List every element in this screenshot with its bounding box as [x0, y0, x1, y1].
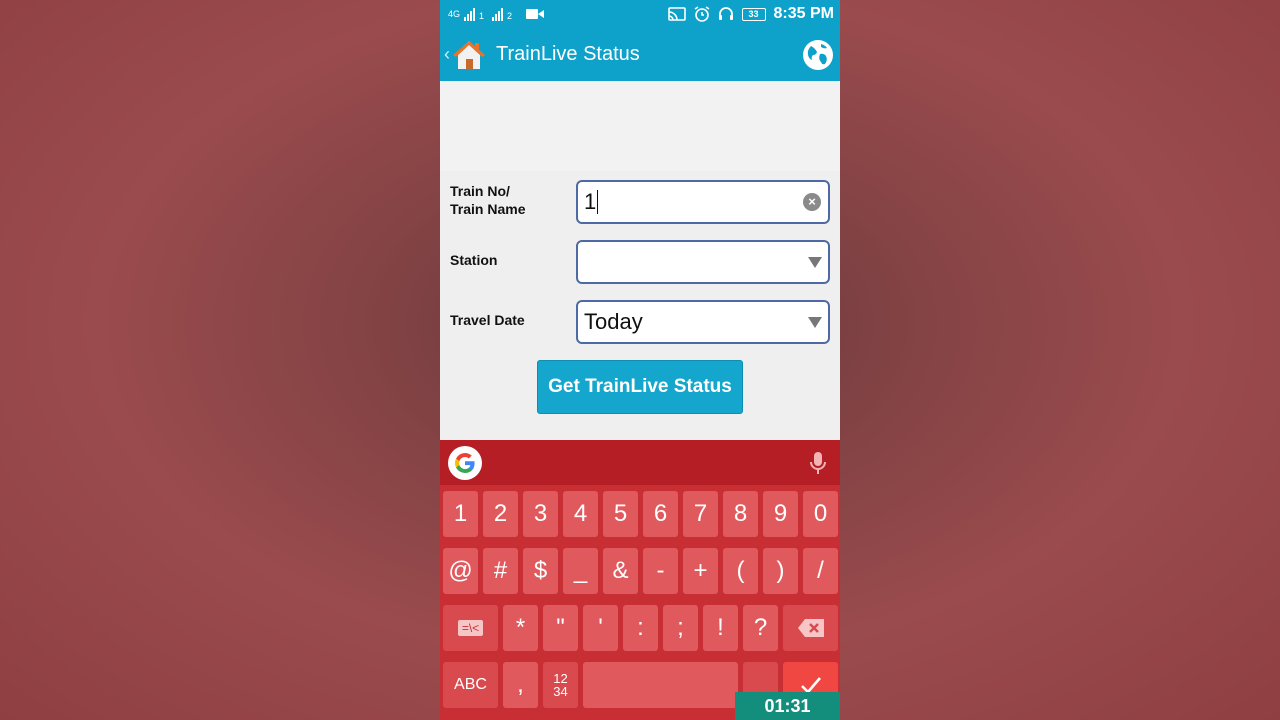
- key[interactable]: 5: [603, 491, 638, 537]
- status-time: 8:35 PM: [773, 5, 834, 22]
- abc-key[interactable]: ABC: [443, 662, 498, 708]
- train-label-line1: Train No/: [450, 183, 510, 199]
- key[interactable]: 0: [803, 491, 838, 537]
- key[interactable]: ?: [743, 605, 778, 651]
- signal-sim1-icon: [464, 7, 476, 21]
- key[interactable]: _: [563, 548, 598, 594]
- sim2-label: 2: [507, 11, 513, 21]
- headset-icon: [718, 7, 733, 20]
- key[interactable]: 9: [763, 491, 798, 537]
- numpad-key[interactable]: 12 34: [543, 662, 578, 708]
- station-select[interactable]: [576, 240, 830, 284]
- phone-screen: 4G 1 2 33 8:35 PM ‹ TrainLive Status Tra…: [440, 0, 840, 720]
- numpad-key-bottom: 34: [553, 684, 568, 699]
- key[interactable]: 1: [443, 491, 478, 537]
- symbols-key-label: =\<: [457, 620, 484, 636]
- key[interactable]: /: [803, 548, 838, 594]
- train-label-line2: Train Name: [450, 201, 526, 217]
- key[interactable]: 7: [683, 491, 718, 537]
- google-logo-icon[interactable]: [448, 445, 482, 480]
- keyboard: 1 2 3 4 5 6 7 8 9 0 @ # $ _ & - + ( ) / …: [440, 440, 840, 720]
- clear-icon[interactable]: ×: [803, 193, 821, 211]
- key[interactable]: @: [443, 548, 478, 594]
- network-type: 4G: [448, 8, 461, 19]
- key[interactable]: ": [543, 605, 578, 651]
- keyboard-suggestion-bar: [440, 440, 840, 485]
- battery-level: 33: [748, 9, 759, 19]
- dropdown-arrow-icon: [808, 257, 822, 268]
- battery-icon: 33: [741, 7, 766, 21]
- key[interactable]: 6: [643, 491, 678, 537]
- get-status-button[interactable]: Get TrainLive Status: [537, 360, 743, 414]
- cast-icon: [667, 7, 686, 21]
- app-title: TrainLive Status: [496, 43, 640, 65]
- dropdown-arrow-icon: [808, 317, 822, 328]
- microphone-icon[interactable]: [808, 451, 828, 475]
- train-input[interactable]: 1 ×: [576, 180, 830, 224]
- video-camera-icon: [526, 9, 545, 19]
- key[interactable]: ;: [663, 605, 698, 651]
- key[interactable]: 2: [483, 491, 518, 537]
- space-key[interactable]: [583, 662, 738, 708]
- key[interactable]: 3: [523, 491, 558, 537]
- key[interactable]: :: [623, 605, 658, 651]
- date-label: Travel Date: [450, 312, 525, 328]
- key[interactable]: ): [763, 548, 798, 594]
- train-label: Train No/ Train Name: [450, 182, 525, 218]
- key[interactable]: ': [583, 605, 618, 651]
- symbols-key[interactable]: =\<: [443, 605, 498, 651]
- key[interactable]: -: [643, 548, 678, 594]
- date-select-value: Today: [584, 309, 643, 334]
- key[interactable]: #: [483, 548, 518, 594]
- date-select[interactable]: Today: [576, 300, 830, 344]
- key[interactable]: 4: [563, 491, 598, 537]
- back-chevron-icon[interactable]: ‹: [444, 44, 450, 65]
- alarm-icon: [694, 6, 709, 22]
- video-timer: 01:31: [735, 692, 840, 720]
- search-form: Train No/ Train Name 1 × Station Travel …: [440, 171, 840, 440]
- key[interactable]: $: [523, 548, 558, 594]
- text-cursor: [597, 190, 599, 214]
- key[interactable]: *: [503, 605, 538, 651]
- status-bar: 4G 1 2 33 8:35 PM: [440, 0, 840, 28]
- sim1-label: 1: [479, 11, 485, 21]
- key[interactable]: 8: [723, 491, 758, 537]
- ad-banner-area: [440, 81, 840, 171]
- key[interactable]: (: [723, 548, 758, 594]
- key[interactable]: &: [603, 548, 638, 594]
- train-input-value: 1: [584, 189, 597, 214]
- globe-icon[interactable]: [802, 39, 834, 71]
- backspace-icon: [797, 619, 824, 637]
- home-icon[interactable]: [452, 39, 486, 71]
- key[interactable]: !: [703, 605, 738, 651]
- signal-sim2-icon: [492, 7, 504, 21]
- key[interactable]: +: [683, 548, 718, 594]
- app-bar: ‹ TrainLive Status: [440, 28, 840, 81]
- station-label: Station: [450, 252, 498, 268]
- backspace-key[interactable]: [783, 605, 838, 651]
- comma-key[interactable]: ,: [503, 662, 538, 708]
